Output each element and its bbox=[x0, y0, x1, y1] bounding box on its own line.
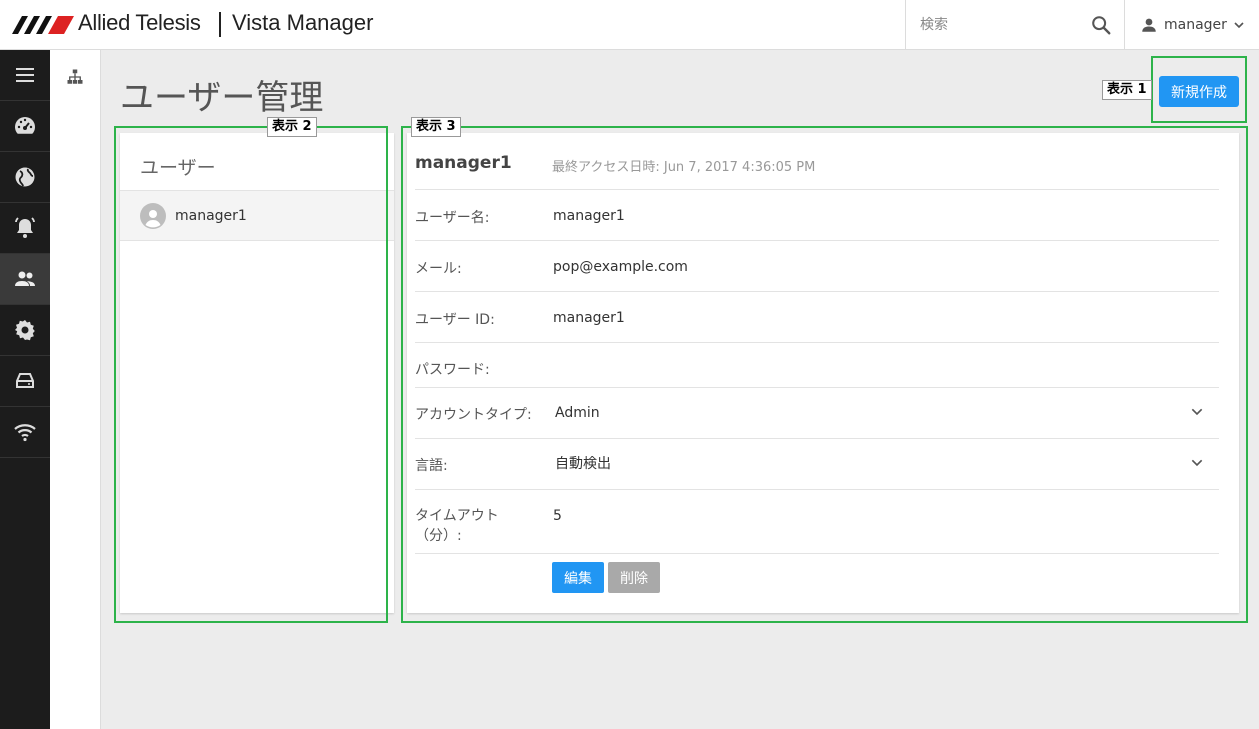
search-box bbox=[905, 0, 1125, 50]
timeout-value: 5 bbox=[553, 508, 562, 524]
new-user-button[interactable]: 新規作成 bbox=[1159, 76, 1239, 107]
user-list-item[interactable]: manager1 bbox=[120, 190, 394, 241]
users-panel-title: ユーザー bbox=[140, 157, 216, 179]
gear-icon bbox=[15, 320, 35, 341]
timeout-label-line2: （分）: bbox=[415, 528, 462, 544]
username-value: manager1 bbox=[553, 208, 625, 224]
detail-actions: 編集 削除 bbox=[552, 562, 660, 593]
top-header: Allied Telesis Vista Manager manager bbox=[0, 0, 1259, 50]
sidebar-item-dashboard[interactable] bbox=[0, 101, 50, 152]
users-list-panel: ユーザー manager1 bbox=[120, 133, 394, 613]
person-icon bbox=[1142, 18, 1156, 32]
user-menu[interactable]: manager bbox=[1140, 0, 1247, 50]
allied-telesis-logo bbox=[12, 12, 74, 38]
account-type-row: アカウントタイプ: Admin bbox=[415, 388, 1219, 439]
annotation-tag-2: 表示 2 bbox=[267, 117, 317, 137]
brand-divider bbox=[219, 12, 221, 37]
account-type-label: アカウントタイプ: bbox=[415, 407, 532, 423]
language-label: 言語: bbox=[415, 458, 448, 474]
sitemap-icon[interactable] bbox=[66, 68, 84, 86]
avatar-icon bbox=[140, 202, 166, 229]
userid-row: ユーザー ID: manager1 bbox=[415, 292, 1219, 343]
language-select[interactable]: 自動検出 bbox=[549, 449, 1219, 479]
hamburger-icon bbox=[16, 68, 34, 82]
user-menu-label: manager bbox=[1164, 17, 1227, 33]
password-row: パスワード: bbox=[415, 343, 1219, 388]
timeout-row: タイムアウト （分）: 5 bbox=[415, 490, 1219, 554]
delete-button[interactable]: 削除 bbox=[608, 562, 660, 593]
last-access-text: 最終アクセス日時: Jun 7, 2017 4:36:05 PM bbox=[552, 160, 816, 175]
people-icon bbox=[15, 271, 35, 286]
chevron-down-icon bbox=[1234, 22, 1244, 29]
search-input[interactable] bbox=[906, 0, 1086, 49]
sidebar-item-wireless[interactable] bbox=[0, 407, 50, 458]
email-value: pop@example.com bbox=[553, 259, 688, 275]
email-row: メール: pop@example.com bbox=[415, 241, 1219, 292]
username-row: ユーザー名: manager1 bbox=[415, 190, 1219, 241]
sidebar-item-network[interactable] bbox=[0, 152, 50, 203]
globe-icon bbox=[15, 167, 35, 187]
edit-button[interactable]: 編集 bbox=[552, 562, 604, 593]
email-label: メール: bbox=[415, 261, 462, 277]
dashboard-icon bbox=[15, 117, 35, 134]
search-icon[interactable] bbox=[1090, 14, 1112, 36]
app-name: Vista Manager bbox=[232, 10, 374, 35]
user-list-item-name: manager1 bbox=[175, 207, 247, 224]
bell-icon bbox=[15, 217, 35, 238]
user-detail-panel: manager1 最終アクセス日時: Jun 7, 2017 4:36:05 P… bbox=[407, 133, 1239, 613]
detail-header: manager1 最終アクセス日時: Jun 7, 2017 4:36:05 P… bbox=[415, 133, 1219, 190]
main-sidebar bbox=[0, 50, 50, 729]
userid-label: ユーザー ID: bbox=[415, 312, 495, 328]
page-title: ユーザー管理 bbox=[120, 78, 324, 118]
sidebar-item-settings[interactable] bbox=[0, 305, 50, 356]
detail-username: manager1 bbox=[415, 153, 512, 173]
logo-mark-icon bbox=[12, 16, 74, 34]
sidebar-item-alarms[interactable] bbox=[0, 203, 50, 254]
brand-name: Allied Telesis bbox=[78, 10, 201, 35]
userid-value: manager1 bbox=[553, 310, 625, 326]
sidebar-item-storage[interactable] bbox=[0, 356, 50, 407]
account-type-select[interactable]: Admin bbox=[549, 398, 1219, 428]
sidebar-item-users[interactable] bbox=[0, 254, 50, 305]
sidebar-item-menu[interactable] bbox=[0, 50, 50, 101]
language-row: 言語: 自動検出 bbox=[415, 439, 1219, 490]
wifi-icon bbox=[14, 424, 36, 442]
password-label: パスワード: bbox=[415, 362, 490, 378]
annotation-tag-3: 表示 3 bbox=[411, 117, 461, 137]
username-label: ユーザー名: bbox=[415, 210, 490, 226]
secondary-sidebar bbox=[50, 50, 101, 729]
annotation-tag-1: 表示 1 bbox=[1102, 80, 1152, 100]
storage-icon bbox=[16, 373, 34, 388]
timeout-label-line1: タイムアウト bbox=[415, 508, 499, 524]
